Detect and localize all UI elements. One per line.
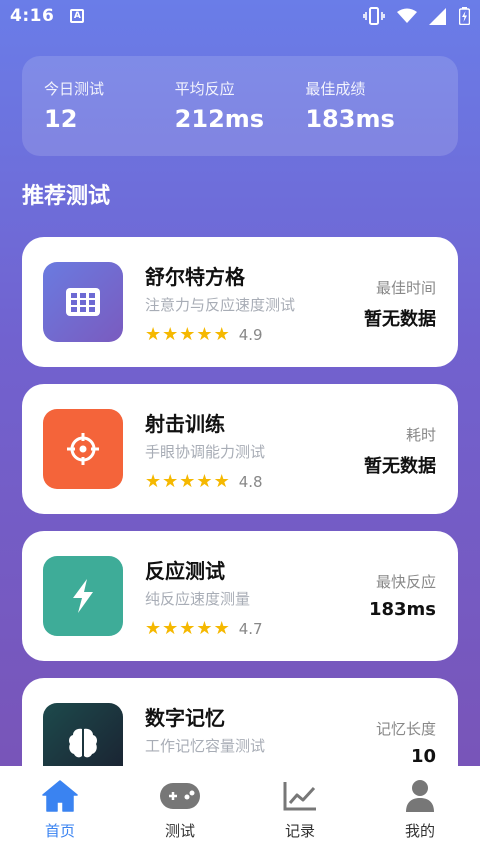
card-rating: ★ ★ ★ ★ ★ 4.7 bbox=[145, 619, 263, 639]
stat-value: 183ms bbox=[305, 105, 395, 133]
star-icon: ★ bbox=[179, 471, 196, 492]
rating-value: 4.8 bbox=[238, 473, 263, 491]
a-square-icon: A bbox=[70, 9, 85, 23]
stat-today-tests: 今日测试 12 bbox=[44, 78, 175, 134]
card-metric-value: 183ms bbox=[368, 599, 436, 620]
card-title: 舒尔特方格 bbox=[145, 265, 245, 289]
nav-label: 记录 bbox=[284, 822, 315, 840]
star-icon: ★ bbox=[196, 618, 213, 639]
status-time: 4:16 bbox=[10, 6, 55, 26]
star-icon: ★ bbox=[145, 324, 162, 345]
vibrate-icon bbox=[363, 7, 385, 25]
star-icon: ★ bbox=[162, 471, 179, 492]
star-icon: ★ bbox=[162, 324, 179, 345]
star-icon: ★ bbox=[196, 324, 213, 345]
stat-label: 平均反应 bbox=[174, 80, 235, 98]
card-subtitle: 工作记忆容量测试 bbox=[145, 737, 266, 755]
stat-best-score: 最佳成绩 183ms bbox=[305, 78, 436, 134]
nav-item-home[interactable]: 首页 bbox=[0, 766, 120, 853]
nav-label: 首页 bbox=[44, 822, 75, 840]
status-bar: 4:16 A bbox=[0, 0, 480, 32]
nav-item-profile[interactable]: 我的 bbox=[360, 766, 480, 853]
stat-value: 212ms bbox=[174, 105, 265, 133]
card-subtitle: 注意力与反应速度测试 bbox=[145, 296, 296, 314]
card-title: 反应测试 bbox=[145, 559, 225, 583]
crosshair-icon bbox=[43, 409, 123, 489]
star-icon: ★ bbox=[145, 471, 162, 492]
nav-item-test[interactable]: 测试 bbox=[120, 766, 240, 853]
section-title: 推荐测试 bbox=[22, 184, 111, 209]
card-metric-label: 最佳时间 bbox=[375, 279, 436, 297]
star-icon: ★ bbox=[213, 618, 230, 639]
star-icon: ★ bbox=[213, 471, 230, 492]
stats-summary-card: 今日测试 12 平均反应 212ms 最佳成绩 183ms bbox=[22, 56, 458, 156]
star-icon: ★ bbox=[162, 618, 179, 639]
wifi-icon bbox=[397, 8, 417, 24]
signal-icon bbox=[429, 7, 447, 25]
card-subtitle: 纯反应速度测量 bbox=[145, 590, 251, 608]
card-metric-value: 暂无数据 bbox=[364, 456, 436, 477]
bolt-icon bbox=[43, 556, 123, 636]
card-rating: ★ ★ ★ ★ ★ 4.8 bbox=[145, 472, 263, 492]
card-subtitle: 手眼协调能力测试 bbox=[145, 443, 266, 461]
test-card-schulte-grid[interactable]: 舒尔特方格 注意力与反应速度测试 ★ ★ ★ ★ ★ 4.9 最佳时间 暂无数据 bbox=[22, 237, 458, 367]
gamepad-icon bbox=[160, 778, 200, 814]
star-icon: ★ bbox=[179, 618, 196, 639]
rating-value: 4.7 bbox=[238, 620, 263, 638]
card-metric-value: 暂无数据 bbox=[364, 309, 436, 330]
home-icon bbox=[42, 778, 78, 814]
stat-label: 最佳成绩 bbox=[305, 80, 366, 98]
star-icon: ★ bbox=[213, 324, 230, 345]
card-title: 射击训练 bbox=[145, 412, 225, 436]
card-metric-value: 10 bbox=[410, 746, 436, 767]
stat-label: 今日测试 bbox=[44, 80, 105, 98]
person-icon bbox=[405, 778, 435, 814]
grid-icon bbox=[43, 262, 123, 342]
chart-icon bbox=[283, 778, 317, 814]
card-metric-label: 最快反应 bbox=[375, 573, 436, 591]
nav-item-records[interactable]: 记录 bbox=[240, 766, 360, 853]
nav-label: 我的 bbox=[404, 822, 435, 840]
card-metric-label: 记忆长度 bbox=[375, 720, 436, 738]
battery-icon bbox=[459, 7, 470, 25]
bottom-nav: 首页 测试 记录 我的 bbox=[0, 766, 480, 853]
card-rating: ★ ★ ★ ★ ★ 4.9 bbox=[145, 325, 263, 345]
stat-average-reaction: 平均反应 212ms bbox=[175, 78, 306, 134]
star-icon: ★ bbox=[179, 324, 196, 345]
card-title: 数字记忆 bbox=[145, 706, 225, 730]
status-icons bbox=[363, 7, 470, 25]
stat-value: 12 bbox=[44, 105, 78, 133]
nav-label: 测试 bbox=[164, 822, 195, 840]
star-icon: ★ bbox=[196, 471, 213, 492]
test-card-shooting-training[interactable]: 射击训练 手眼协调能力测试 ★ ★ ★ ★ ★ 4.8 耗时 暂无数据 bbox=[22, 384, 458, 514]
star-icon: ★ bbox=[145, 618, 162, 639]
test-card-reaction-test[interactable]: 反应测试 纯反应速度测量 ★ ★ ★ ★ ★ 4.7 最快反应 183ms bbox=[22, 531, 458, 661]
rating-value: 4.9 bbox=[238, 326, 263, 344]
card-metric-label: 耗时 bbox=[405, 426, 436, 444]
